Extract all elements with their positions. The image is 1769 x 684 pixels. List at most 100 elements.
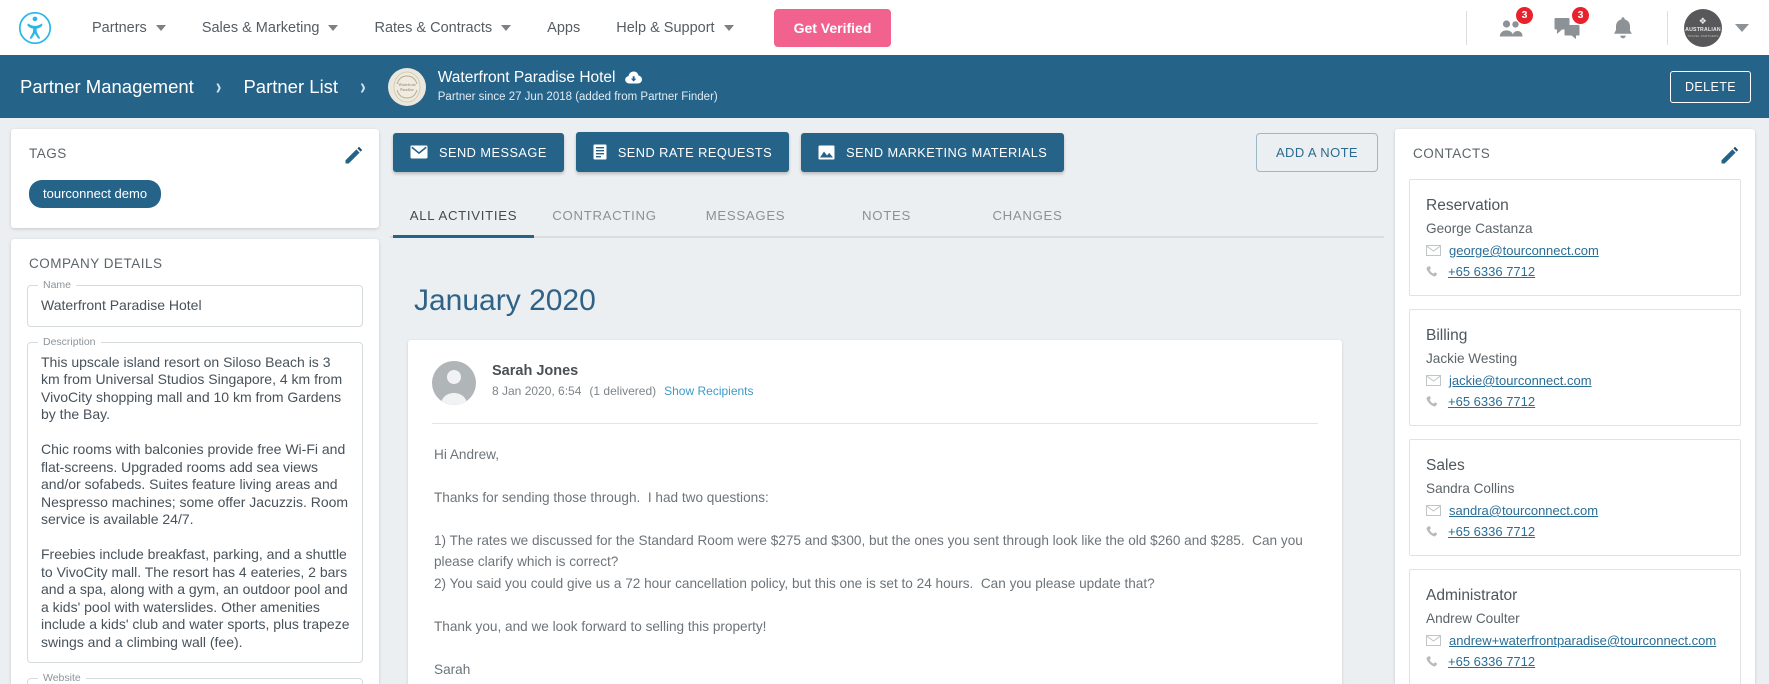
message-delivery-status: (1 delivered) — [589, 384, 657, 398]
breadcrumb-bar: Partner Management › Partner List › Wate… — [0, 55, 1769, 118]
company-description-label: Description — [38, 335, 101, 348]
edit-tags-pencil-icon[interactable] — [343, 146, 363, 166]
contact-card-billing: Billing Jackie Westing jackie@tourconnec… — [1409, 309, 1741, 426]
contact-phone-link[interactable]: +65 6336 7712 — [1448, 392, 1535, 411]
nav-item-label: Rates & Contracts — [374, 19, 493, 36]
edit-contacts-pencil-icon[interactable] — [1719, 146, 1739, 166]
nav-item-label: Partners — [92, 19, 147, 36]
delete-button[interactable]: DELETE — [1669, 70, 1751, 103]
contact-email-link[interactable]: george@tourconnect.com — [1449, 241, 1599, 260]
company-details-title: COMPANY DETAILS — [29, 256, 163, 271]
contact-name: Sandra Collins — [1426, 481, 1515, 496]
message-timestamp: 8 Jan 2020, 6:54 — [492, 384, 582, 398]
show-recipients-link[interactable]: Show Recipients — [664, 384, 753, 398]
send-message-label: SEND MESSAGE — [439, 144, 547, 160]
bell-icon — [1614, 16, 1632, 38]
month-heading: January 2020 — [414, 284, 596, 317]
send-message-button[interactable]: SEND MESSAGE — [393, 132, 564, 172]
breadcrumb-partner-management[interactable]: Partner Management — [10, 76, 204, 98]
left-panel: TAGS tourconnect demo COMPANY DETAILS Na… — [11, 129, 379, 684]
avatar-org-line2: TRAVEL PARTNERS — [1687, 33, 1719, 38]
chevron-down-icon — [155, 24, 166, 31]
add-a-note-button[interactable]: ADD A NOTE — [1255, 132, 1378, 172]
contact-name: Andrew Coulter — [1426, 611, 1520, 626]
nav-item-rates-and-contracts[interactable]: Rates & Contracts — [356, 20, 529, 36]
contact-email-link[interactable]: andrew+waterfrontparadise@tourconnect.co… — [1449, 631, 1716, 650]
contact-card-reservation: Reservation George Castanza george@tourc… — [1409, 179, 1741, 296]
svg-text:Paradise: Paradise — [400, 87, 414, 92]
contact-name: George Castanza — [1426, 221, 1533, 236]
notifications-button[interactable] — [1603, 8, 1643, 48]
get-verified-button[interactable]: Get Verified — [773, 8, 892, 47]
tab-all-activities[interactable]: ALL ACTIVITIES — [393, 198, 534, 238]
phone-icon — [1426, 525, 1440, 539]
nav-right-cluster: 3 3 ❖ AUSTRALIAN TRAVEL PARTNERS — [1450, 6, 1749, 48]
partner-header-meta: Waterfront Paradise Hotel Partner since … — [438, 68, 718, 105]
tab-notes[interactable]: NOTES — [816, 198, 957, 238]
contact-phone-link[interactable]: +65 6336 7712 — [1448, 522, 1535, 541]
contact-phone-link[interactable]: +65 6336 7712 — [1448, 652, 1535, 671]
nav-item-sales-and-marketing[interactable]: Sales & Marketing — [184, 20, 357, 36]
contact-role: Administrator — [1426, 587, 1518, 604]
nav-divider — [1667, 10, 1668, 45]
nav-item-apps[interactable]: Apps — [529, 20, 598, 36]
contact-email-link[interactable]: jackie@tourconnect.com — [1449, 371, 1592, 390]
phone-icon — [1426, 655, 1440, 669]
breadcrumb-separator-icon: › — [215, 73, 222, 99]
connections-badge: 3 — [1516, 6, 1533, 24]
company-description-value: This upscale island resort on Siloso Bea… — [41, 353, 350, 650]
message-author-avatar — [432, 361, 476, 405]
contact-card-sales: Sales Sandra Collins sandra@tourconnect.… — [1409, 439, 1741, 556]
company-name-field[interactable]: Name Waterfront Paradise Hotel — [27, 279, 363, 327]
chevron-down-icon — [723, 24, 734, 31]
contact-phone-link[interactable]: +65 6336 7712 — [1448, 262, 1535, 281]
company-description-field[interactable]: Description This upscale island resort o… — [27, 335, 363, 663]
tab-messages[interactable]: MESSAGES — [675, 198, 816, 238]
envelope-icon — [410, 145, 428, 159]
avatar[interactable]: ❖ AUSTRALIAN TRAVEL PARTNERS — [1684, 8, 1722, 47]
phone-icon — [1426, 265, 1440, 279]
send-rate-requests-button[interactable]: SEND RATE REQUESTS — [575, 132, 790, 172]
document-list-icon — [593, 144, 607, 160]
envelope-icon — [1426, 375, 1441, 386]
main-menu: Partners Sales & Marketing Rates & Contr… — [74, 20, 752, 36]
page-body: TAGS tourconnect demo COMPANY DETAILS Na… — [0, 118, 1769, 684]
image-icon — [818, 145, 835, 160]
activity-message-card: Sarah Jones 8 Jan 2020, 6:54 (1 delivere… — [408, 340, 1342, 684]
nav-item-help-and-support[interactable]: Help & Support — [598, 20, 751, 36]
breadcrumb-partner-list[interactable]: Partner List — [233, 76, 348, 98]
contact-role: Reservation — [1426, 197, 1509, 214]
message-body: Hi Andrew, Thanks for sending those thro… — [434, 447, 1303, 677]
nav-item-label: Help & Support — [616, 19, 715, 36]
company-details-card: COMPANY DETAILS Name Waterfront Paradise… — [11, 239, 379, 684]
action-buttons-row: SEND MESSAGE SEND RATE REQUESTS SEND MAR… — [390, 129, 1384, 172]
messages-button[interactable]: 3 — [1547, 6, 1589, 48]
contact-email-link[interactable]: sandra@tourconnect.com — [1449, 501, 1598, 520]
activity-panel: SEND MESSAGE SEND RATE REQUESTS SEND MAR… — [390, 129, 1384, 684]
envelope-icon — [1426, 505, 1441, 516]
contact-name: Jackie Westing — [1426, 351, 1518, 366]
send-marketing-materials-label: SEND MARKETING MATERIALS — [846, 144, 1048, 160]
partner-since-label: Partner since 27 Jun 2018 (added from Pa… — [437, 91, 718, 103]
contacts-title: CONTACTS — [1413, 146, 1491, 161]
envelope-icon — [1426, 245, 1441, 256]
account-menu-chevron-down-icon[interactable] — [1735, 23, 1749, 32]
messages-badge: 3 — [1572, 6, 1589, 24]
tab-contracting[interactable]: CONTRACTING — [534, 198, 675, 238]
message-author-block: Sarah Jones 8 Jan 2020, 6:54 (1 delivere… — [492, 361, 754, 398]
partner-name: Waterfront Paradise Hotel — [437, 69, 616, 86]
nav-item-partners[interactable]: Partners — [74, 20, 184, 36]
tag-chip[interactable]: tourconnect demo — [29, 180, 162, 208]
nav-item-label: Sales & Marketing — [201, 19, 320, 36]
nav-divider — [1466, 10, 1467, 45]
connections-button[interactable]: 3 — [1491, 6, 1533, 48]
contact-role: Sales — [1426, 457, 1465, 474]
tab-changes[interactable]: CHANGES — [957, 198, 1098, 238]
company-website-field[interactable]: Website www.waterfrontparadisehotel.com — [27, 672, 363, 684]
tourconnect-logo-icon[interactable] — [18, 11, 52, 45]
top-navigation-bar: Partners Sales & Marketing Rates & Contr… — [0, 0, 1769, 55]
download-cloud-icon[interactable] — [624, 71, 642, 85]
partner-logo: Waterfront Paradise — [387, 67, 426, 106]
breadcrumb-separator-icon: › — [360, 73, 366, 99]
send-marketing-materials-button[interactable]: SEND MARKETING MATERIALS — [801, 132, 1065, 172]
